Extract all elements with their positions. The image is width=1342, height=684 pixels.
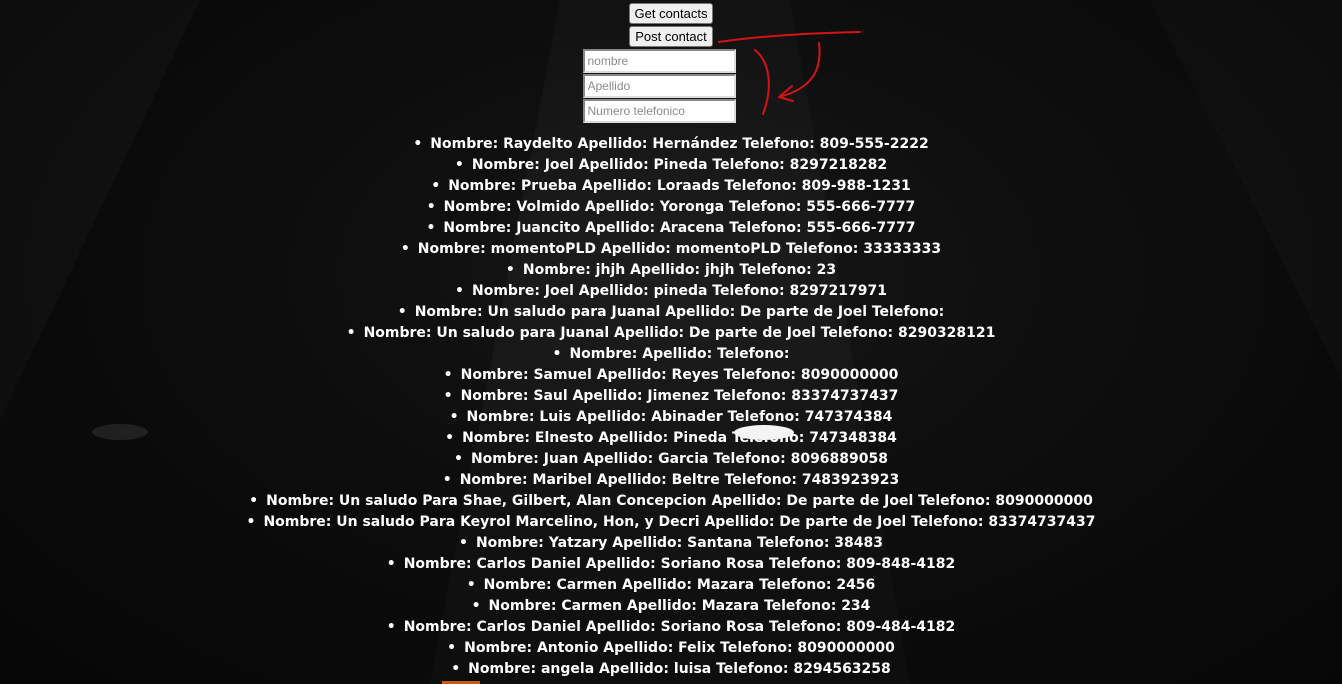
list-item: • Nombre: Un saludo para Juanal Apellido:…: [0, 323, 1342, 344]
contact-text: Nombre: angela Apellido: luisa Telefono:…: [468, 661, 891, 677]
list-item: • Nombre: momentoPLD Apellido: momentoPLD…: [0, 239, 1342, 260]
bullet-icon: •: [455, 283, 464, 299]
bullet-icon: •: [447, 640, 457, 656]
contact-text: Nombre: Volmido Apellido: Yoronga Telefo…: [443, 199, 916, 215]
list-item: • Nombre: Carmen Apellido: Mazara Telefon…: [0, 596, 1342, 617]
contact-text: Nombre: Samuel Apellido: Reyes Telefono:…: [460, 367, 899, 383]
bullet-icon: •: [451, 661, 461, 677]
list-item: • Nombre: angela Apellido: luisa Telefono…: [0, 659, 1342, 680]
contact-text: Nombre: Un saludo para Juanal Apellido: …: [414, 304, 945, 320]
bullet-icon: •: [552, 346, 562, 362]
bullet-icon: •: [443, 388, 453, 404]
apellido-input[interactable]: [582, 74, 736, 98]
contact-text: Nombre: Carmen Apellido: Mazara Telefono…: [483, 577, 876, 593]
list-item: • Nombre: Elnesto Apellido: Pineda Telefo…: [0, 428, 1342, 449]
list-item: • Nombre: Carmen Apellido: Mazara Telefon…: [0, 575, 1342, 596]
list-item: • Nombre: Joel Apellido: pineda Telefono:…: [0, 281, 1342, 302]
contact-text: Nombre: Luis Apellido: Abinader Telefono…: [466, 409, 893, 425]
list-item: • Nombre: Volmido Apellido: Yoronga Telef…: [0, 197, 1342, 218]
bullet-icon: •: [386, 556, 396, 572]
list-item: • Nombre: Juancito Apellido: Aracena Tele…: [0, 218, 1342, 239]
list-item: • Nombre: Samuel Apellido: Reyes Telefono…: [0, 365, 1342, 386]
bullet-icon: •: [246, 514, 256, 530]
bullet-icon: •: [431, 178, 441, 194]
contact-text: Nombre: Juancito Apellido: Aracena Telef…: [443, 220, 916, 236]
bullet-icon: •: [400, 241, 410, 257]
contact-text: Nombre: Un saludo Para Keyrol Marcelino,…: [263, 514, 1096, 530]
list-item: • Nombre: Apellido: Telefono:: [0, 344, 1342, 365]
contact-text: Nombre: jhjh Apellido: jhjh Telefono: 23: [522, 262, 837, 278]
contact-controls: Get contacts Post contact: [0, 3, 1342, 124]
list-item: • Nombre: Un saludo para Juanal Apellido:…: [0, 302, 1342, 323]
list-item: • Nombre: Carlos Daniel Apellido: Soriano…: [0, 617, 1342, 638]
contact-text: Nombre: Un saludo Para Shae, Gilbert, Al…: [266, 493, 1093, 509]
contact-text: Nombre: Antonio Apellido: Felix Telefono…: [464, 640, 895, 656]
bullet-icon: •: [397, 304, 407, 320]
bullet-icon: •: [413, 136, 423, 152]
contact-text: Nombre: Carlos Daniel Apellido: Soriano …: [403, 556, 956, 572]
bullet-icon: •: [443, 367, 453, 383]
cursor-blob: [734, 425, 794, 440]
contact-text: Nombre: Juan Apellido: Garcia Telefono: …: [470, 451, 888, 467]
list-item: • Nombre: Un saludo Para Keyrol Marcelino…: [0, 512, 1342, 533]
bullet-icon: •: [505, 262, 515, 278]
bullet-icon: •: [426, 220, 436, 236]
list-item: • Nombre: Maribel Apellido: Beltre Telefo…: [0, 470, 1342, 491]
bullet-icon: •: [445, 430, 455, 446]
bullet-icon: •: [466, 577, 476, 593]
bullet-icon: •: [249, 493, 259, 509]
list-item: • Nombre: Antonio Apellido: Felix Telefon…: [0, 638, 1342, 659]
contact-text: Nombre: Saul Apellido: Jimenez Telefono:…: [460, 388, 899, 404]
contact-text: Nombre: Maribel Apellido: Beltre Telefon…: [459, 472, 900, 488]
post-contact-button[interactable]: Post contact: [629, 26, 713, 47]
contact-text: Nombre: Elnesto Apellido: Pineda Telefon…: [462, 430, 897, 446]
bullet-icon: •: [426, 199, 436, 215]
contact-text: Nombre: Carlos Daniel Apellido: Soriano …: [403, 619, 956, 635]
list-item: • Nombre: Un saludo Para Shae, Gilbert, A…: [0, 491, 1342, 512]
bullet-icon: •: [454, 157, 464, 173]
contact-text: Nombre: Joel Apellido: pineda Telefono: …: [471, 283, 887, 299]
bullet-icon: •: [442, 472, 452, 488]
contact-text: Nombre: Carmen Apellido: Mazara Telefono…: [488, 598, 871, 614]
list-item: • Nombre: Juan Apellido: Garcia Telefono:…: [0, 449, 1342, 470]
bullet-icon: •: [453, 451, 463, 467]
list-item: • Nombre: Luis Apellido: Abinader Telefon…: [0, 407, 1342, 428]
contact-text: Nombre: Raydelto Apellido: Hernández Tel…: [430, 136, 929, 152]
get-contacts-button[interactable]: Get contacts: [628, 3, 714, 24]
contacts-list: • Nombre: Raydelto Apellido: Hernández Te…: [0, 134, 1342, 680]
contact-text: Nombre: Prueba Apellido: Loraads Telefon…: [448, 178, 911, 194]
contact-text: Nombre: momentoPLD Apellido: momentoPLD …: [417, 241, 942, 257]
list-item: • Nombre: jhjh Apellido: jhjh Telefono: 2…: [0, 260, 1342, 281]
bullet-icon: •: [471, 598, 481, 614]
list-item: • Nombre: Prueba Apellido: Loraads Telefo…: [0, 176, 1342, 197]
list-item: • Nombre: Joel Apellido: Pineda Telefono:…: [0, 155, 1342, 176]
bullet-icon: •: [386, 619, 396, 635]
nombre-input[interactable]: [582, 49, 736, 73]
telefono-input[interactable]: [582, 99, 736, 123]
bullet-icon: •: [346, 325, 356, 341]
contact-text: Nombre: Joel Apellido: Pineda Telefono: …: [471, 157, 888, 173]
list-item: • Nombre: Yatzary Apellido: Santana Telef…: [0, 533, 1342, 554]
bullet-icon: •: [459, 535, 468, 551]
bullet-icon: •: [449, 409, 459, 425]
list-item: • Nombre: Raydelto Apellido: Hernández Te…: [0, 134, 1342, 155]
contact-text: Nombre: Apellido: Telefono:: [569, 346, 790, 362]
list-item: • Nombre: Saul Apellido: Jimenez Telefono…: [0, 386, 1342, 407]
contact-text: Nombre: Un saludo para Juanal Apellido: …: [363, 325, 996, 341]
list-item: • Nombre: Carlos Daniel Apellido: Soriano…: [0, 554, 1342, 575]
contact-text: Nombre: Yatzary Apellido: Santana Telefo…: [475, 535, 883, 551]
